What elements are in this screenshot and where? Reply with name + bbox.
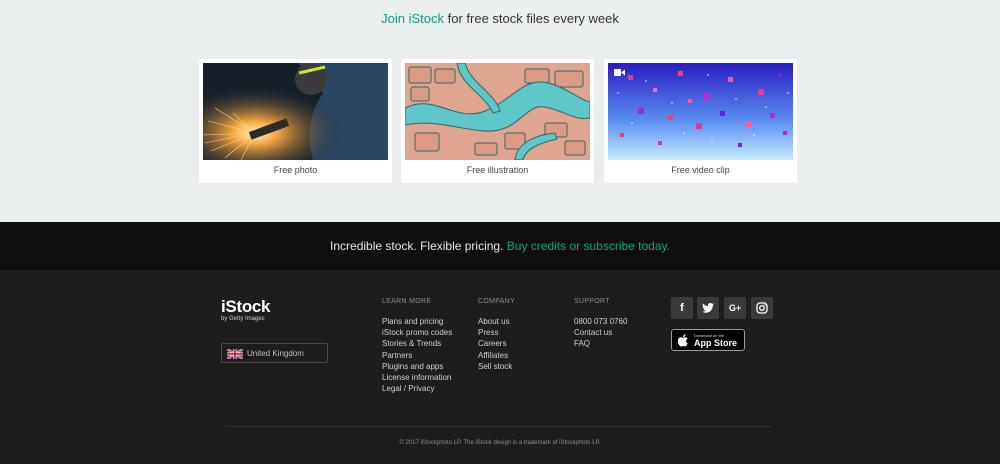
region-selector[interactable]: United Kingdom [221, 343, 328, 363]
footer-link-license[interactable]: License information [382, 372, 452, 383]
instagram-icon[interactable] [751, 297, 773, 319]
free-illustration-card[interactable]: Free illustration [401, 59, 594, 183]
footer-link-faq[interactable]: FAQ [574, 338, 627, 349]
footer-link-partners[interactable]: Partners [382, 350, 452, 361]
company-column: COMPANY About us Press Careers Affiliate… [478, 298, 515, 372]
twitter-icon[interactable] [697, 297, 719, 319]
join-istock-link[interactable]: Join iStock [381, 11, 444, 26]
free-video-card[interactable]: Free video clip [604, 59, 797, 183]
cta-text: Incredible stock. Flexible pricing. Buy … [0, 239, 1000, 253]
free-photo-card[interactable]: Free photo [199, 59, 392, 183]
promo-headline-text: for free stock files every week [444, 11, 619, 26]
cta-tagline: Incredible stock. Flexible pricing. [330, 239, 507, 253]
footer-divider [226, 426, 772, 427]
promo-section: Join iStock for free stock files every w… [0, 0, 1000, 222]
footer-link-stories[interactable]: Stories & Trends [382, 338, 452, 349]
footer-link-about[interactable]: About us [478, 316, 515, 327]
apple-icon [678, 334, 688, 347]
promo-headline: Join iStock for free stock files every w… [0, 11, 1000, 26]
free-photo-thumbnail[interactable] [203, 63, 388, 160]
learn-more-column: LEARN MORE Plans and pricing iStock prom… [382, 298, 452, 394]
cta-bar: Incredible stock. Flexible pricing. Buy … [0, 222, 1000, 270]
free-photo-caption[interactable]: Free photo [199, 165, 392, 175]
free-video-thumbnail[interactable] [608, 63, 793, 160]
footer-link-legal[interactable]: Legal / Privacy [382, 383, 452, 394]
footer-link-contact[interactable]: Contact us [574, 327, 627, 338]
region-label: United Kingdom [247, 349, 304, 358]
logo-subtitle: by Getty Images [221, 316, 265, 322]
free-illustration-caption[interactable]: Free illustration [401, 165, 594, 175]
video-camera-icon [614, 69, 625, 76]
site-footer: iStock by Getty Images United Kingdom LE… [0, 270, 1000, 464]
istock-logo[interactable]: iStock by Getty Images [221, 297, 271, 322]
company-title: COMPANY [478, 298, 515, 305]
copyright-text: © 2017 iStockphoto LP. The iStock design… [399, 440, 601, 446]
learn-more-title: LEARN MORE [382, 298, 432, 305]
footer-link-plans[interactable]: Plans and pricing [382, 316, 452, 327]
support-column: SUPPORT 0800 073 0760 Contact us FAQ [574, 298, 627, 350]
footer-link-press[interactable]: Press [478, 327, 515, 338]
footer-link-affiliates[interactable]: Affiliates [478, 350, 515, 361]
uk-flag-icon [227, 349, 243, 359]
footer-link-promo-codes[interactable]: iStock promo codes [382, 327, 452, 338]
free-video-caption[interactable]: Free video clip [604, 165, 797, 175]
footer-link-phone[interactable]: 0800 073 0760 [574, 316, 627, 327]
app-store-big-text: App Store [694, 338, 738, 348]
buy-credits-link[interactable]: Buy credits or subscribe today. [507, 239, 670, 253]
support-title: SUPPORT [574, 298, 610, 305]
facebook-icon[interactable]: f [671, 297, 693, 319]
footer-link-careers[interactable]: Careers [478, 338, 515, 349]
app-store-badge[interactable]: Download on the App Store [671, 329, 745, 351]
free-illustration-thumbnail[interactable] [405, 63, 590, 160]
logo-brand: iStock [221, 297, 271, 316]
google-plus-icon[interactable]: G+ [724, 297, 746, 319]
footer-link-sell-stock[interactable]: Sell stock [478, 361, 515, 372]
footer-link-plugins[interactable]: Plugins and apps [382, 361, 452, 372]
